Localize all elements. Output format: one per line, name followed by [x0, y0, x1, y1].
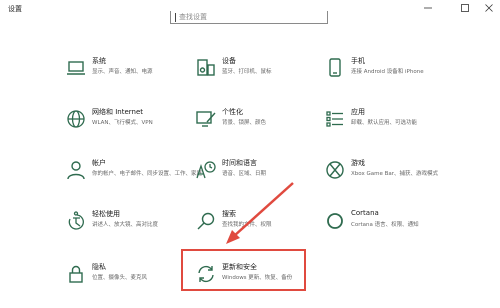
arrow-annotation — [226, 182, 294, 244]
